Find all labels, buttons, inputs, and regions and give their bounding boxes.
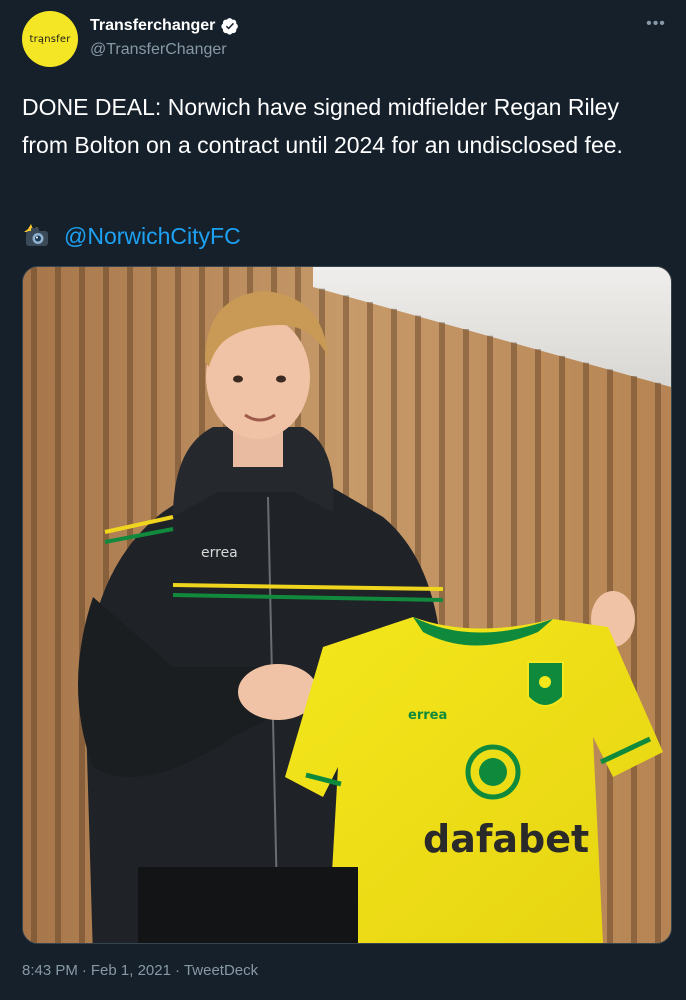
author-display-name[interactable]: Transferchanger bbox=[90, 17, 215, 35]
verified-badge-icon bbox=[221, 17, 239, 35]
shirt-brand-text: errea bbox=[408, 708, 447, 723]
meta-separator-2: · bbox=[174, 962, 180, 979]
wall-slat-shadow bbox=[79, 267, 85, 943]
author-handle[interactable]: @TransferChanger bbox=[90, 41, 227, 59]
wall-slat-shadow bbox=[631, 376, 637, 943]
author-avatar[interactable]: trąnsfer bbox=[22, 11, 78, 67]
tweet-metadata: 8:43 PM · Feb 1, 2021 · TweetDeck bbox=[22, 962, 258, 979]
tweet-body-text: DONE DEAL: Norwich have signed midfielde… bbox=[22, 94, 623, 158]
shirt-sponsor-text: dafabet bbox=[423, 817, 589, 861]
wall-slat-shadow bbox=[655, 382, 661, 943]
wall-slat-shadow bbox=[31, 267, 37, 943]
jacket-brand-text: errea bbox=[201, 545, 238, 561]
photo-illustration: errea errea dafabet bbox=[23, 267, 671, 943]
more-options-icon[interactable]: ••• bbox=[644, 12, 668, 36]
photo-credit: @NorwichCityFC bbox=[22, 221, 241, 251]
author-name-row: Transferchanger bbox=[90, 17, 239, 35]
wall-slat-shadow bbox=[55, 267, 61, 943]
avatar-logo-text: trąnsfer bbox=[29, 33, 71, 45]
camera-flash-icon bbox=[22, 221, 52, 251]
tweet-time[interactable]: 8:43 PM bbox=[22, 962, 78, 979]
tweet-card: trąnsfer Transferchanger @TransferChange… bbox=[0, 0, 686, 1000]
mention-link[interactable]: @NorwichCityFC bbox=[64, 223, 241, 250]
tweet-source[interactable]: TweetDeck bbox=[184, 962, 258, 979]
meta-separator: · bbox=[81, 962, 87, 979]
tweet-date[interactable]: Feb 1, 2021 bbox=[91, 962, 171, 979]
tweet-photo[interactable]: errea errea dafabet bbox=[22, 266, 672, 944]
